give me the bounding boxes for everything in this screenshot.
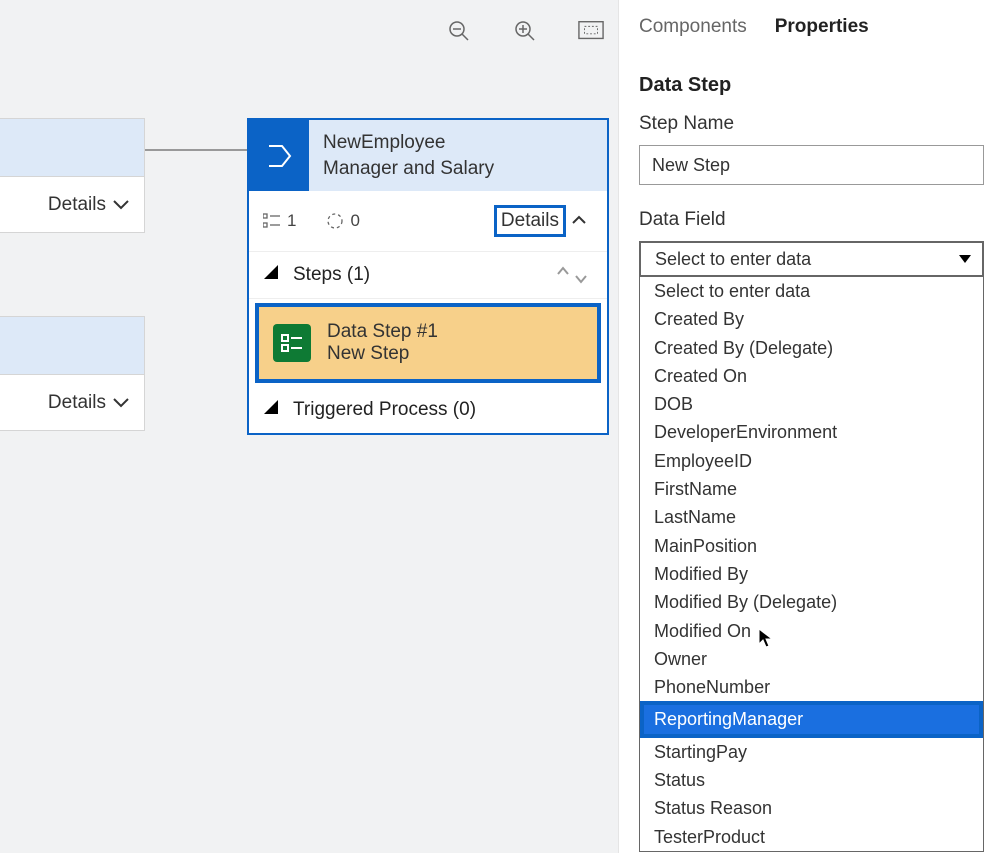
fit-to-screen-icon[interactable]	[578, 18, 604, 44]
chevron-down-icon	[112, 392, 130, 414]
stage-card-peek-1[interactable]: Details	[0, 118, 145, 233]
steps-header-label: Steps (1)	[293, 264, 370, 286]
zoom-in-icon[interactable]	[512, 18, 538, 44]
triggered-header-label: Triggered Process (0)	[293, 399, 476, 421]
tab-components[interactable]: Components	[639, 16, 747, 38]
zoom-out-icon[interactable]	[446, 18, 472, 44]
triangle-collapse-icon	[263, 399, 279, 421]
panel-tabs: Components Properties	[639, 0, 987, 46]
triangle-collapse-icon	[263, 264, 279, 286]
stage-title-line2: Manager and Salary	[323, 156, 593, 182]
tab-properties[interactable]: Properties	[775, 16, 869, 38]
data-field-dropdown[interactable]: Select to enter dataCreated ByCreated By…	[639, 277, 984, 852]
data-step-row[interactable]: Data Step #1 New Step	[255, 303, 601, 383]
dropdown-option[interactable]: Modified By	[640, 560, 983, 588]
chevron-down-icon	[958, 254, 972, 264]
step-subtitle: New Step	[327, 343, 438, 365]
dropdown-option[interactable]: LastName	[640, 503, 983, 531]
zoom-toolbar	[446, 18, 604, 44]
details-label: Details	[494, 205, 566, 237]
mouse-cursor-icon	[758, 628, 774, 653]
triggered-section-header[interactable]: Triggered Process (0)	[249, 387, 607, 433]
reorder-arrows[interactable]	[555, 265, 589, 285]
dropdown-option[interactable]: Modified By (Delegate)	[640, 588, 983, 616]
dropdown-option[interactable]: TesterProduct	[640, 823, 983, 851]
step-title: Data Step #1	[327, 321, 438, 343]
chevron-down-icon	[112, 194, 130, 216]
dropdown-option[interactable]: Created By	[640, 305, 983, 333]
stage-details-toggle[interactable]: Details	[488, 201, 593, 241]
details-label: Details	[48, 194, 106, 216]
triggers-count: 0	[326, 211, 359, 231]
dropdown-option[interactable]: Created On	[640, 362, 983, 390]
dropdown-option[interactable]: StartingPay	[640, 738, 983, 766]
dropdown-option[interactable]: FirstName	[640, 475, 983, 503]
data-field-select[interactable]: Select to enter data	[639, 241, 984, 277]
data-field-select-value: Select to enter data	[655, 249, 811, 270]
stage-card-peek-2[interactable]: Details	[0, 316, 145, 431]
process-canvas: Details Details NewEmployee Manager and …	[0, 0, 619, 853]
data-step-icon	[273, 324, 311, 362]
dropdown-option[interactable]: Status Reason	[640, 794, 983, 822]
properties-section-title: Data Step	[639, 74, 987, 97]
dropdown-option[interactable]: Status	[640, 766, 983, 794]
dropdown-option[interactable]: DeveloperEnvironment	[640, 418, 983, 446]
stage-card[interactable]: NewEmployee Manager and Salary 1 0 Detai…	[247, 118, 609, 435]
properties-panel: Components Properties Data Step Step Nam…	[619, 0, 1003, 853]
dropdown-option[interactable]: Modified On	[640, 617, 983, 645]
connector-line	[145, 149, 247, 151]
stage-header: NewEmployee Manager and Salary	[249, 120, 607, 191]
dropdown-option[interactable]: MainPosition	[640, 532, 983, 560]
steps-count: 1	[263, 211, 296, 231]
stage-title-line1: NewEmployee	[323, 130, 593, 156]
step-name-input[interactable]	[639, 145, 984, 185]
chevron-up-icon	[571, 210, 587, 232]
triggers-count-value: 0	[350, 211, 359, 231]
dropdown-option[interactable]: EmployeeID	[640, 447, 983, 475]
data-field-label: Data Field	[639, 209, 987, 231]
stage-meta-row: 1 0 Details	[249, 191, 607, 252]
dropdown-option[interactable]: Created By (Delegate)	[640, 334, 983, 362]
dropdown-option[interactable]: Owner	[640, 645, 983, 673]
dropdown-option-selected[interactable]: ReportingManager	[640, 701, 983, 737]
steps-count-value: 1	[287, 211, 296, 231]
dropdown-option[interactable]: PhoneNumber	[640, 673, 983, 701]
step-name-label: Step Name	[639, 113, 987, 135]
dropdown-option[interactable]: DOB	[640, 390, 983, 418]
details-label: Details	[48, 392, 106, 414]
steps-section-header[interactable]: Steps (1)	[249, 252, 607, 299]
dropdown-option[interactable]: Select to enter data	[640, 277, 983, 305]
stage-icon	[249, 120, 309, 191]
